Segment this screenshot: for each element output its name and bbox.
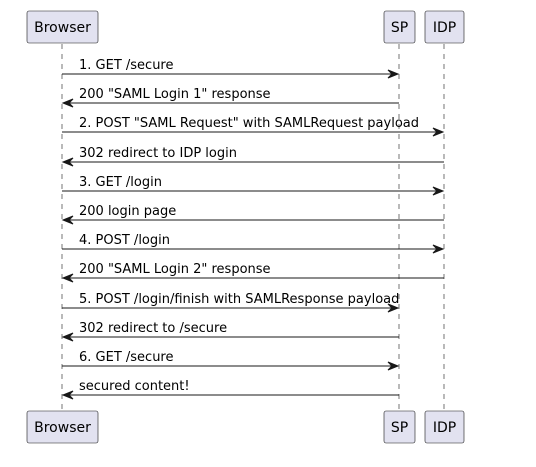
- sequence-diagram: Browser SP IDP Browser SP IDP 1. GET /se…: [26, 10, 465, 444]
- message-label: 302 redirect to IDP login: [79, 146, 237, 161]
- participant-idp-top: IDP: [424, 10, 465, 44]
- message-label: 2. POST "SAML Request" with SAMLRequest …: [79, 116, 419, 131]
- message-6: 200 login page: [61, 204, 444, 225]
- participant-browser-top: Browser: [26, 10, 99, 44]
- participant-sp-bottom: SP: [383, 410, 416, 444]
- message-7: 4. POST /login: [62, 233, 445, 254]
- participant-browser-top-label: Browser: [34, 20, 91, 36]
- message-label: 1. GET /secure: [79, 58, 174, 73]
- participant-idp-top-label: IDP: [433, 20, 456, 36]
- participant-idp-bottom-label: IDP: [433, 420, 456, 436]
- message-label: 4. POST /login: [79, 233, 170, 248]
- message-label: 200 login page: [79, 204, 176, 219]
- message-label: 3. GET /login: [79, 175, 162, 190]
- message-label: 200 "SAML Login 1" response: [79, 87, 271, 102]
- participant-browser-bottom: Browser: [26, 410, 99, 444]
- message-label: secured content!: [79, 379, 190, 394]
- message-11: 6. GET /secure: [62, 350, 400, 371]
- message-8: 200 "SAML Login 2" response: [61, 262, 444, 283]
- participant-sp-bottom-label: SP: [391, 420, 408, 436]
- message-2: 200 "SAML Login 1" response: [61, 87, 399, 108]
- message-12: secured content!: [61, 379, 399, 400]
- participant-sp-top: SP: [383, 10, 416, 44]
- participant-idp-bottom: IDP: [424, 410, 465, 444]
- message-5: 3. GET /login: [62, 175, 445, 196]
- message-4: 302 redirect to IDP login: [61, 146, 444, 167]
- message-label: 5. POST /login/finish with SAMLResponse …: [79, 292, 399, 307]
- message-3: 2. POST "SAML Request" with SAMLRequest …: [62, 116, 445, 137]
- message-10: 302 redirect to /secure: [61, 321, 399, 342]
- message-label: 200 "SAML Login 2" response: [79, 262, 271, 277]
- participant-browser-bottom-label: Browser: [34, 420, 91, 436]
- participant-sp-top-label: SP: [391, 20, 408, 36]
- message-9: 5. POST /login/finish with SAMLResponse …: [62, 292, 399, 313]
- message-label: 302 redirect to /secure: [79, 321, 227, 336]
- message-list: 1. GET /secure 200 "SAML Login 1" respons…: [61, 58, 445, 400]
- message-label: 6. GET /secure: [79, 350, 174, 365]
- message-1: 1. GET /secure: [62, 58, 400, 79]
